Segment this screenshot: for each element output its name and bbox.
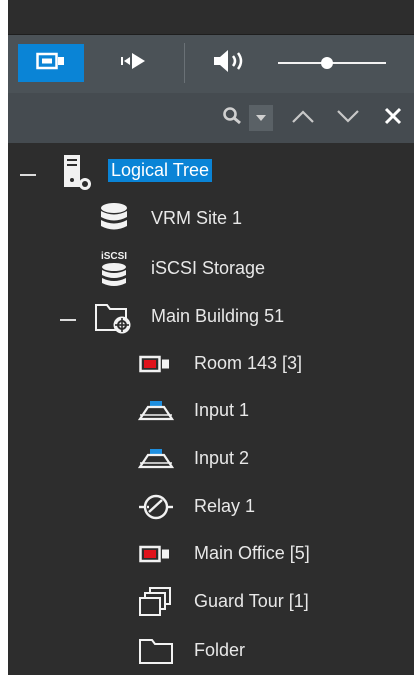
tree-item-label: iSCSI Storage <box>151 258 266 278</box>
chevron-down-icon <box>336 108 360 129</box>
tree-search-bar <box>8 93 414 143</box>
guard-tour-icon <box>136 582 176 622</box>
tree-item-label: Logical Tree <box>108 159 213 182</box>
tree-item-relay-1[interactable]: Relay 1 <box>8 483 414 529</box>
toolbar-separator <box>184 43 185 83</box>
camera-mode-button[interactable] <box>18 44 84 82</box>
speaker-icon <box>212 47 248 80</box>
relay-icon <box>136 487 176 527</box>
collapse-toggle[interactable] <box>60 319 76 321</box>
close-icon <box>383 106 403 131</box>
folder-icon <box>136 631 176 671</box>
tree-item-label: Input 2 <box>194 448 250 468</box>
svg-text:iSCSI: iSCSI <box>101 251 127 262</box>
volume-slider-knob[interactable] <box>320 57 333 69</box>
search-button[interactable] <box>220 105 244 131</box>
previous-result-button[interactable] <box>290 105 316 131</box>
logical-tree: Logical Tree VRM Site 1 iSCSI iSCSI Stor… <box>8 143 414 675</box>
input-icon <box>136 439 176 479</box>
search-icon <box>222 106 242 131</box>
database-icon <box>94 199 134 239</box>
next-result-button[interactable] <box>335 105 361 131</box>
volume-slider[interactable] <box>278 57 386 69</box>
volume-button[interactable] <box>200 44 260 82</box>
playback-mode-button[interactable] <box>98 44 168 82</box>
tree-item-label: Main Office [5] <box>194 543 310 563</box>
camera-icon <box>136 534 176 574</box>
server-icon <box>56 152 96 192</box>
tree-item-input-2[interactable]: Input 2 <box>8 435 414 481</box>
tree-item-label: Relay 1 <box>194 496 256 516</box>
tree-item-vrm-site[interactable]: VRM Site 1 <box>8 195 414 241</box>
iscsi-storage-icon: iSCSI <box>94 249 134 289</box>
panel-titlebar <box>8 0 414 34</box>
tree-item-main-office[interactable]: Main Office [5] <box>8 530 414 576</box>
tree-panel: Logical Tree VRM Site 1 iSCSI iSCSI Stor… <box>8 0 414 675</box>
folder-site-icon <box>94 297 134 337</box>
tree-item-room-143[interactable]: Room 143 [3] <box>8 340 414 386</box>
tree-item-main-building[interactable]: Main Building 51 <box>8 293 414 339</box>
close-search-button[interactable] <box>380 105 406 131</box>
tree-item-label: Input 1 <box>194 400 250 420</box>
chevron-up-icon <box>291 108 315 129</box>
tree-item-guard-tour[interactable]: Guard Tour [1] <box>8 578 414 624</box>
chevron-down-icon <box>255 109 267 127</box>
camera-icon <box>136 344 176 384</box>
search-options-dropdown[interactable] <box>249 105 273 131</box>
tree-item-logical-tree[interactable]: Logical Tree <box>8 148 414 194</box>
input-icon <box>136 391 176 431</box>
tree-item-folder[interactable]: Folder <box>8 627 414 673</box>
tree-item-label: Main Building 51 <box>151 306 285 326</box>
tree-item-iscsi-storage[interactable]: iSCSI iSCSI Storage <box>8 245 414 291</box>
collapse-toggle[interactable] <box>20 174 36 176</box>
tree-item-input-1[interactable]: Input 1 <box>8 387 414 433</box>
tree-item-label: VRM Site 1 <box>151 208 243 228</box>
tree-item-label: Folder <box>194 640 246 660</box>
camera-mode-icon <box>36 52 66 75</box>
tree-item-label: Room 143 [3] <box>194 353 303 373</box>
toolbar <box>8 34 414 93</box>
playback-icon <box>120 52 146 75</box>
tree-item-label: Guard Tour [1] <box>194 591 309 611</box>
